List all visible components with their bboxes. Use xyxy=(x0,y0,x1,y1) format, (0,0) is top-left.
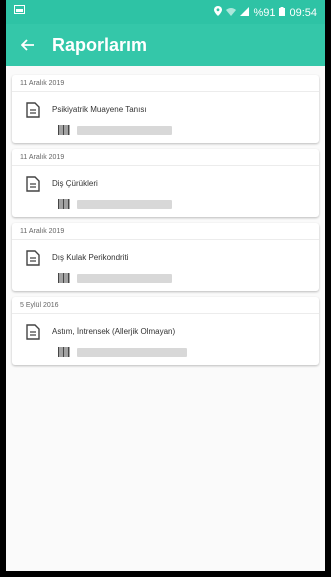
location-icon xyxy=(214,6,223,19)
report-list: 11 Aralık 2019 Psikiyatrik Muayene Tanıs… xyxy=(6,66,325,365)
arrow-left-icon xyxy=(21,39,34,51)
notification-icon xyxy=(14,5,25,17)
report-card[interactable]: 5 Eylül 2016 Astım, İntrensek (Allerjik … xyxy=(12,297,319,365)
report-date: 11 Aralık 2019 xyxy=(12,149,319,166)
report-date: 11 Aralık 2019 xyxy=(12,223,319,240)
document-icon xyxy=(26,102,40,118)
barcode-value-redacted xyxy=(77,348,187,357)
document-icon xyxy=(26,250,40,266)
barcode-value-redacted xyxy=(77,200,172,209)
document-icon xyxy=(26,176,40,192)
report-diagnosis: Psikiyatrik Muayene Tanısı xyxy=(52,105,147,114)
app-screen: %91 09:54 Raporlarım 11 Aralık 2019 Psik… xyxy=(6,0,325,571)
report-card[interactable]: 11 Aralık 2019 Dış Kulak Perikondriti xyxy=(12,223,319,291)
report-date: 11 Aralık 2019 xyxy=(12,75,319,92)
report-diagnosis: Diş Çürükleri xyxy=(52,179,98,188)
report-diagnosis: Astım, İntrensek (Allerjik Olmayan) xyxy=(52,327,176,336)
report-date: 5 Eylül 2016 xyxy=(12,297,319,314)
barcode-icon xyxy=(58,199,70,209)
document-icon xyxy=(26,324,40,340)
battery-level: %91 xyxy=(253,6,276,19)
barcode-icon xyxy=(58,273,70,283)
report-card[interactable]: 11 Aralık 2019 Diş Çürükleri xyxy=(12,149,319,217)
barcode-value-redacted xyxy=(77,274,172,283)
barcode-value-redacted xyxy=(77,126,172,135)
barcode-icon xyxy=(58,347,70,357)
signal-icon xyxy=(240,6,250,19)
page-title: Raporlarım xyxy=(52,34,148,55)
back-button[interactable] xyxy=(6,24,50,66)
clock: 09:54 xyxy=(289,6,317,19)
wifi-icon xyxy=(226,7,237,19)
barcode-icon xyxy=(58,125,70,135)
app-bar: Raporlarım xyxy=(6,24,325,66)
report-diagnosis: Dış Kulak Perikondriti xyxy=(52,253,129,262)
battery-icon xyxy=(279,6,286,19)
report-card[interactable]: 11 Aralık 2019 Psikiyatrik Muayene Tanıs… xyxy=(12,75,319,143)
status-bar: %91 09:54 xyxy=(6,0,325,24)
